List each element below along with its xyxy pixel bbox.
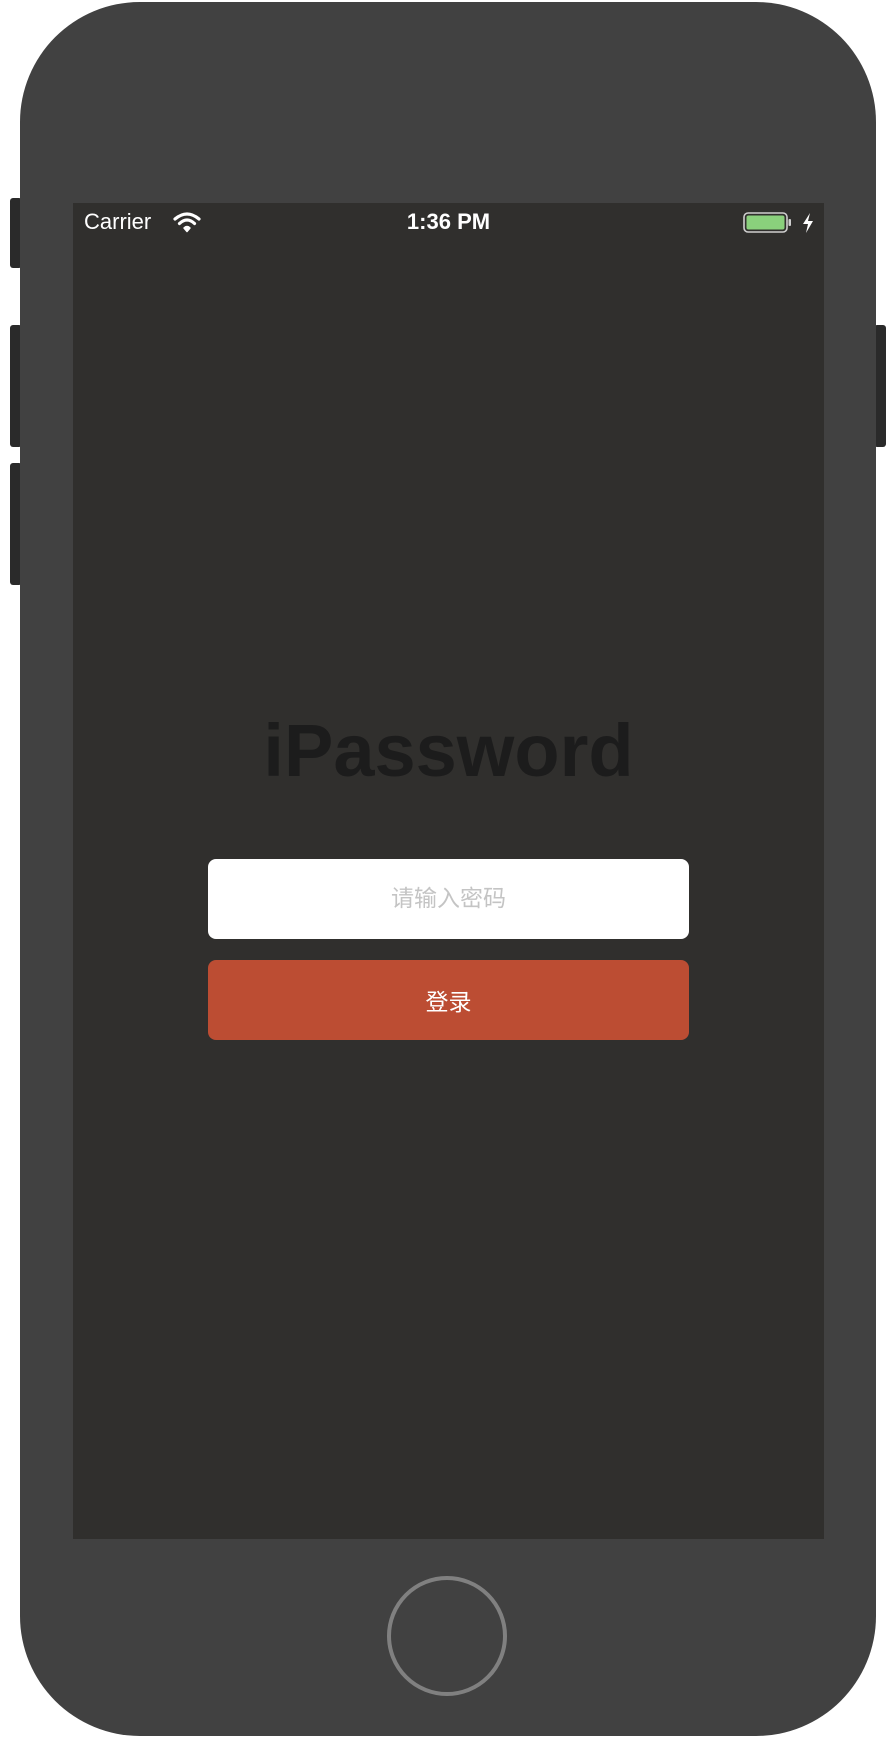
simulator-stage: Carrier 1:36 PM iPassword 登录 — [0, 0, 894, 1738]
battery-icon — [743, 212, 793, 240]
password-input[interactable] — [208, 859, 689, 939]
status-time: 1:36 PM — [406, 209, 491, 234]
charging-bolt-icon — [802, 212, 814, 240]
status-bar: Carrier 1:36 PM — [73, 203, 824, 243]
device-screen: Carrier 1:36 PM iPassword 登录 — [73, 203, 824, 1539]
app-title: iPassword — [263, 709, 634, 792]
home-button[interactable] — [387, 1576, 507, 1696]
login-button[interactable]: 登录 — [208, 960, 689, 1040]
